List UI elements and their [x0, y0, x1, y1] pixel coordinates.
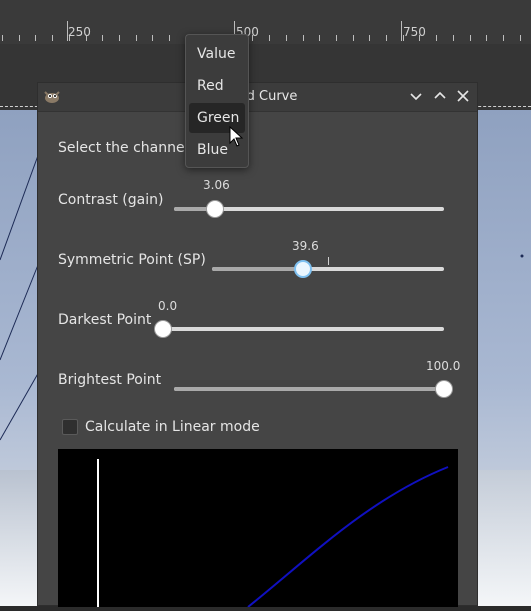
ruler-tick	[35, 35, 36, 41]
darkest-point-slider[interactable]	[162, 327, 444, 331]
dialog-titlebar[interactable]: id Curve	[38, 83, 477, 112]
horizontal-ruler: 250 500 750	[0, 0, 531, 45]
brightest-point-slider-handle[interactable]	[435, 380, 453, 398]
ruler-tick	[152, 35, 153, 41]
ruler-label-750: 750	[403, 25, 426, 39]
ruler-tick	[119, 35, 120, 41]
chevron-up-icon[interactable]	[431, 87, 449, 105]
brightest-point-value: 100.0	[426, 359, 461, 373]
linear-mode-label: Calculate in Linear mode	[85, 419, 260, 435]
dialog-title: id Curve	[243, 89, 298, 104]
ruler-tick	[136, 35, 137, 41]
symmetric-point-tick-mark	[328, 257, 329, 265]
ruler-tick	[102, 35, 103, 41]
ruler-tick	[336, 35, 337, 41]
sigmoid-curve-line	[247, 466, 449, 608]
darkest-point-value: 0.0	[158, 299, 178, 313]
ruler-tick	[52, 35, 53, 41]
ruler-tick	[369, 35, 370, 41]
contrast-label: Contrast (gain)	[58, 192, 164, 208]
ruler-tick	[503, 35, 504, 41]
channel-option-red[interactable]: Red	[189, 71, 245, 101]
curve-graph	[97, 459, 449, 608]
ruler-tick	[353, 35, 354, 41]
ruler-tick	[386, 35, 387, 41]
contrast-value: 3.06	[203, 178, 230, 192]
ruler-tick	[169, 35, 170, 41]
ruler-tick	[453, 35, 454, 41]
ruler-tick	[486, 35, 487, 41]
ruler-tick	[520, 35, 521, 41]
linear-mode-checkbox[interactable]	[62, 419, 78, 435]
sigmoid-curve-dialog: id Curve Select the channel: Contrast (g…	[37, 82, 478, 608]
ruler-tick	[269, 35, 270, 41]
contrast-slider-handle[interactable]	[206, 200, 224, 218]
darkest-point-label: Darkest Point	[58, 312, 152, 328]
chevron-down-icon[interactable]	[407, 87, 425, 105]
symmetric-point-value: 39.6	[292, 239, 319, 253]
symmetric-point-slider[interactable]	[212, 267, 444, 271]
image-snow-right	[476, 470, 531, 606]
close-icon[interactable]	[454, 87, 472, 105]
ruler-tick	[19, 35, 20, 41]
symmetric-point-label: Symmetric Point (SP)	[58, 252, 206, 268]
symmetric-point-slider-fill	[212, 267, 304, 271]
gimp-icon	[44, 91, 60, 103]
ruler-tick	[286, 35, 287, 41]
ruler-label-250: 250	[68, 25, 91, 39]
ruler-major-tick	[401, 21, 402, 41]
brightest-point-label: Brightest Point	[58, 372, 162, 388]
brightest-point-slider-fill	[174, 387, 444, 391]
channel-option-value[interactable]: Value	[189, 39, 245, 69]
ruler-tick	[2, 35, 3, 41]
ruler-tick	[470, 35, 471, 41]
darkest-point-slider-handle[interactable]	[154, 320, 172, 338]
ruler-tick	[319, 35, 320, 41]
symmetric-point-slider-handle[interactable]	[294, 260, 312, 278]
curve-preview	[58, 449, 458, 608]
mouse-pointer-icon	[229, 126, 244, 147]
ruler-tick	[436, 35, 437, 41]
ruler-tick	[303, 35, 304, 41]
brightest-point-slider[interactable]	[174, 387, 444, 391]
image-snow-left	[0, 470, 40, 606]
channel-label: Select the channel:	[58, 140, 194, 156]
